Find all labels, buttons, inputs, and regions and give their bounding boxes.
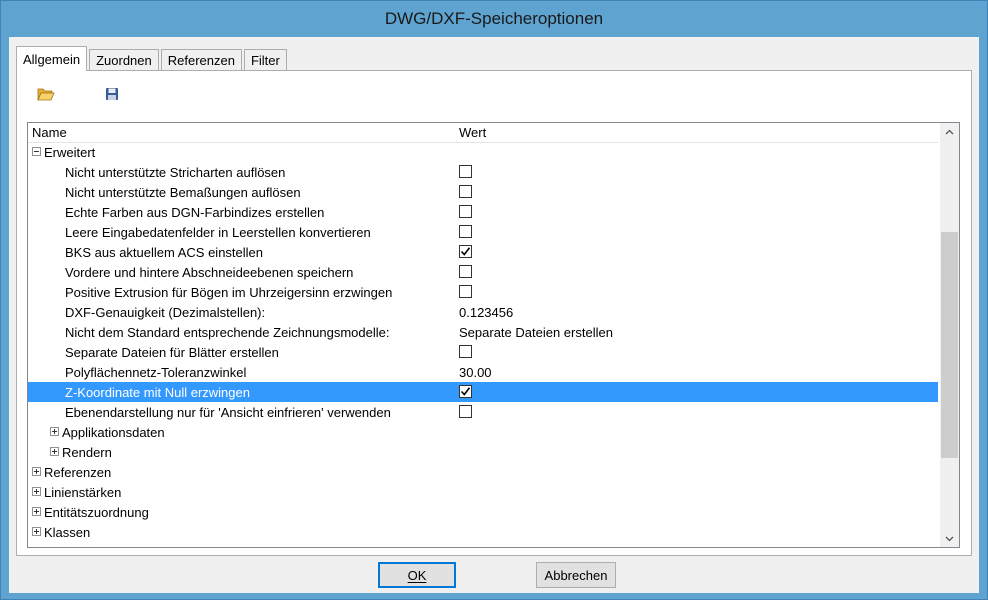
tab-filter[interactable]: Filter [243,49,287,71]
tab-referenzen[interactable]: Referenzen [160,49,242,71]
group-label: Klassen [44,525,91,540]
property-value[interactable]: 30.00 [459,365,492,380]
property-checkbox[interactable] [459,265,472,278]
group-label: Linienstärken [44,485,122,500]
title-bar[interactable]: DWG/DXF-Speicheroptionen [1,1,987,37]
property-row[interactable]: Nicht dem Standard entsprechende Zeichnu… [28,322,938,342]
expand-icon[interactable] [50,447,59,456]
property-label: Vordere und hintere Abschneideebenen spe… [65,265,354,280]
property-grid: Name Wert Erweitert Nicht unterstützte S… [27,122,960,548]
group-row-applikationsdaten[interactable]: Applikationsdaten [28,422,938,442]
property-value[interactable]: 0.123456 [459,305,513,320]
tab-label: Referenzen [167,53,235,68]
property-checkbox[interactable] [459,205,472,218]
group-row-rendern[interactable]: Rendern [28,442,938,462]
group-label: Erweitert [44,145,96,160]
dialog-client-area: Allgemein Zuordnen Referenzen Filter Nam… [9,37,979,593]
expand-icon[interactable] [32,507,41,516]
group-label: Applikationsdaten [62,425,165,440]
property-row[interactable]: Positive Extrusion für Bögen im Uhrzeige… [28,282,938,302]
open-button[interactable] [35,83,57,105]
property-checkbox[interactable] [459,165,472,178]
group-row-erweitert[interactable]: Erweitert [28,142,938,162]
property-row[interactable]: Echte Farben aus DGN-Farbindizes erstell… [28,202,938,222]
property-row[interactable]: Nicht unterstützte Stricharten auflösen [28,162,938,182]
scroll-down-button[interactable] [940,530,959,547]
grid-header: Name Wert [28,123,938,143]
expand-icon[interactable] [32,467,41,476]
chevron-up-icon [945,129,954,134]
property-checkbox[interactable] [459,405,472,418]
property-checkbox[interactable] [459,345,472,358]
property-label: Echte Farben aus DGN-Farbindizes erstell… [65,205,325,220]
dialog-window: DWG/DXF-Speicheroptionen Allgemein Zuord… [0,0,988,600]
checkmark-icon [460,387,471,396]
expand-icon[interactable] [32,487,41,496]
expand-icon[interactable] [32,527,41,536]
property-label: Positive Extrusion für Bögen im Uhrzeige… [65,285,393,300]
tab-label: Allgemein [23,51,81,67]
column-header-name[interactable]: Name [32,125,67,140]
property-checkbox[interactable] [459,225,472,238]
property-row[interactable]: BKS aus aktuellem ACS einstellen [28,242,938,262]
scroll-thumb[interactable] [941,232,958,458]
property-row[interactable]: Polyflächennetz-Toleranzwinkel 30.00 [28,362,938,382]
column-header-value[interactable]: Wert [459,125,486,140]
folder-open-icon [37,88,55,101]
property-label: Z-Koordinate mit Null erzwingen [65,385,250,400]
property-label: Leere Eingabedatenfelder in Leerstellen … [65,225,371,240]
tab-allgemein[interactable]: Allgemein [16,46,88,71]
vertical-scrollbar[interactable] [940,123,959,547]
ok-button-label: OK [407,567,427,583]
property-label: Ebenendarstellung nur für 'Ansicht einfr… [65,405,391,420]
group-label: Entitätszuordnung [44,505,149,520]
save-button[interactable] [101,83,123,105]
tab-panel-allgemein: Name Wert Erweitert Nicht unterstützte S… [16,70,972,556]
property-row-selected[interactable]: Z-Koordinate mit Null erzwingen [28,382,938,402]
property-label: Polyflächennetz-Toleranzwinkel [65,365,247,380]
property-checkbox-checked[interactable] [459,385,472,398]
property-row[interactable]: Leere Eingabedatenfelder in Leerstellen … [28,222,938,242]
property-label: Nicht dem Standard entsprechende Zeichnu… [65,325,390,340]
tab-strip: Allgemein Zuordnen Referenzen Filter [16,45,289,71]
floppy-disk-icon [106,88,118,100]
property-row[interactable]: Ebenendarstellung nur für 'Ansicht einfr… [28,402,938,422]
property-checkbox[interactable] [459,185,472,198]
expand-icon[interactable] [50,427,59,436]
window-title: DWG/DXF-Speicheroptionen [384,9,604,28]
property-row[interactable]: Nicht unterstützte Bemaßungen auflösen [28,182,938,202]
property-label: BKS aus aktuellem ACS einstellen [65,245,263,260]
property-value[interactable]: Separate Dateien erstellen [459,325,613,340]
collapse-icon[interactable] [32,147,41,156]
property-checkbox[interactable] [459,285,472,298]
property-label: DXF-Genauigkeit (Dezimalstellen): [65,305,266,320]
group-label: Rendern [62,445,112,460]
property-row[interactable]: Vordere und hintere Abschneideebenen spe… [28,262,938,282]
cancel-button[interactable]: Abbrechen [536,562,616,588]
property-label: Nicht unterstützte Stricharten auflösen [65,165,286,180]
property-row[interactable]: DXF-Genauigkeit (Dezimalstellen): 0.1234… [28,302,938,322]
group-row-linienstaerken[interactable]: Linienstärken [28,482,938,502]
tab-label: Filter [250,53,280,68]
cancel-button-label: Abbrechen [544,567,608,583]
toolbar [35,83,167,105]
grid-rows: Erweitert Nicht unterstützte Stricharten… [28,142,938,542]
checkmark-icon [460,247,471,256]
property-label: Separate Dateien für Blätter erstellen [65,345,279,360]
chevron-down-icon [945,536,954,541]
tab-zuordnen[interactable]: Zuordnen [89,49,159,71]
property-row[interactable]: Separate Dateien für Blätter erstellen [28,342,938,362]
group-row-klassen[interactable]: Klassen [28,522,938,542]
group-label: Referenzen [44,465,112,480]
ok-button[interactable]: OK [378,562,456,588]
group-row-entitaetszuordnung[interactable]: Entitätszuordnung [28,502,938,522]
scroll-up-button[interactable] [940,123,959,140]
property-label: Nicht unterstützte Bemaßungen auflösen [65,185,301,200]
group-row-referenzen[interactable]: Referenzen [28,462,938,482]
property-checkbox-checked[interactable] [459,245,472,258]
tab-label: Zuordnen [96,53,152,68]
